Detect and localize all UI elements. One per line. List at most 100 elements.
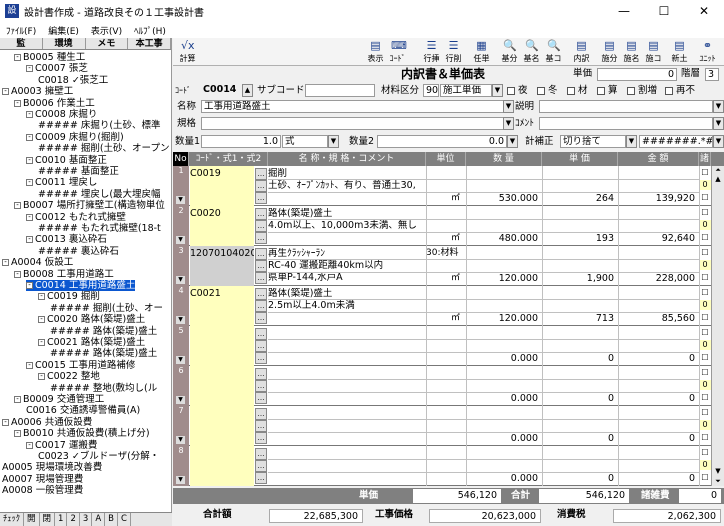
code-button[interactable]: … (255, 232, 267, 244)
row-flag-checkbox[interactable]: ☐ (701, 368, 708, 377)
row-flag-value[interactable]: 0 (702, 220, 707, 229)
code-button[interactable]: … (255, 220, 267, 232)
item-code[interactable]: C0021 (190, 288, 254, 299)
toolbar-button-4[interactable]: ☰ 行削 (443, 40, 464, 66)
code-button[interactable]: … (255, 312, 267, 324)
material-name-field[interactable]: 施工単価 (440, 84, 492, 97)
scroll-top-icon[interactable]: ⏶ (712, 166, 724, 175)
item-amount[interactable]: 228,000 (618, 273, 695, 284)
level-b-button[interactable]: B (105, 513, 118, 526)
close-button[interactable]: ✕ (684, 0, 724, 22)
level-1-button[interactable]: 1 (55, 513, 68, 526)
minimize-button[interactable]: — (604, 0, 644, 22)
collapse-button[interactable]: 閉 (40, 513, 56, 526)
menu-edit[interactable]: 編集(E) (42, 24, 85, 37)
tree-node[interactable]: - C0008 床掘り (26, 109, 97, 120)
item-amount[interactable]: 85,560 (618, 313, 695, 324)
tree-collapse-icon[interactable]: - (14, 99, 21, 107)
calc-dropdown-icon[interactable]: ▼ (626, 135, 637, 148)
tree-node[interactable]: - C0022 整地 (38, 371, 100, 382)
item-qty[interactable]: 0.000 (466, 473, 538, 484)
code-up-arrow-icon[interactable]: ▲ (242, 84, 253, 97)
tree-collapse-icon[interactable]: - (38, 373, 45, 381)
row-number[interactable]: 2 ▼ (173, 206, 189, 246)
item-text-line[interactable]: 掘削 (268, 168, 426, 179)
tree-collapse-icon[interactable]: - (26, 441, 33, 449)
toolbar-button-6[interactable]: 🔍 基分 (499, 40, 520, 66)
comment-field[interactable] (539, 117, 713, 130)
tree-node[interactable]: - C0020 路体(築堤)盛土 (38, 314, 145, 325)
tree-node[interactable]: - C0010 基面整正 (26, 155, 107, 166)
tree-collapse-icon[interactable]: - (26, 282, 33, 289)
tree-collapse-icon[interactable]: - (38, 293, 45, 301)
tree-node[interactable]: ##### もたれ式擁壁(18-t (38, 223, 161, 234)
toolbar-button-14[interactable]: ⚭ ﾕﾆｯﾄ (697, 40, 718, 66)
code-button[interactable]: … (255, 392, 267, 404)
row-flag-checkbox[interactable]: ☐ (701, 448, 708, 457)
tree-node[interactable]: ##### 基面整正 (38, 166, 119, 177)
tree-node[interactable]: - B0006 作業土工 (14, 98, 95, 109)
item-qty[interactable]: 120.000 (466, 273, 538, 284)
table-row[interactable]: 7 ▼……… 0.000 0 0 ☐ 0 ☐ (173, 406, 711, 446)
toolbar-button-1[interactable]: ▤ 表示 (365, 40, 386, 66)
table-row[interactable]: 5 ▼……… 0.000 0 0 ☐ 0 ☐ (173, 326, 711, 366)
toolbar-button-5[interactable]: ▦ 任単 (471, 40, 492, 66)
code-cell[interactable] (190, 366, 254, 406)
row-flag-checkbox[interactable]: ☐ (701, 393, 708, 402)
tree-node[interactable]: - C0007 張芝 (26, 63, 88, 74)
tree-collapse-icon[interactable]: - (26, 156, 33, 164)
row-number[interactable]: 4 ▼ (173, 286, 189, 326)
code-button[interactable]: … (255, 192, 267, 204)
format-dropdown-icon[interactable]: ▼ (713, 135, 724, 148)
row-flag-checkbox[interactable]: ☐ (701, 208, 708, 217)
tree-collapse-icon[interactable]: - (2, 418, 9, 426)
tree-collapse-icon[interactable]: - (14, 396, 21, 403)
code-cell[interactable] (190, 326, 254, 366)
tree-collapse-icon[interactable]: - (26, 179, 33, 187)
tree-collapse-icon[interactable]: - (26, 111, 33, 118)
tree-collapse-icon[interactable]: - (38, 316, 45, 324)
material-dropdown-icon[interactable]: ▼ (492, 84, 503, 97)
table-row[interactable]: 1 ▼ C0019……… 掘削 土砂、ｵｰﾌﾟﾝｶｯﾄ、有り、普通土30, ㎥ 530.00… (173, 166, 711, 206)
tree-collapse-icon[interactable]: - (14, 270, 21, 278)
tree-collapse-icon[interactable]: - (26, 133, 33, 141)
level-3-button[interactable]: 3 (80, 513, 93, 526)
scroll-down-icon[interactable]: ▼ (712, 467, 724, 476)
desc-field[interactable] (539, 100, 713, 113)
flag-checkbox[interactable] (507, 87, 515, 95)
row-number[interactable]: 7 ▼ (173, 406, 189, 446)
code-button[interactable]: … (255, 460, 267, 472)
table-row[interactable]: 8 ▼……… 0.000 0 0 ☐ 0 ☐ (173, 446, 711, 486)
tree-view[interactable]: - B0005 種生工 - C0007 張芝 C0018 ✓張芝工 - A0003 擁壁工 -… (0, 50, 171, 498)
row-dropdown-icon[interactable]: ▼ (176, 196, 185, 204)
tree-collapse-icon[interactable]: - (14, 202, 21, 210)
tree-node[interactable]: C0023 ✓ブルドーザ(分解・ (38, 451, 159, 462)
toolbar-button-9[interactable]: ▤ 内訳 (571, 40, 592, 66)
qty1-field[interactable]: 1.0 (201, 135, 281, 148)
code-button[interactable]: … (255, 420, 267, 432)
tab-supervise[interactable]: 監 (0, 38, 43, 49)
item-unit[interactable]: ㎥ (426, 273, 460, 284)
toolbar-button-2[interactable]: ⌨ ｺｰﾄﾞ (387, 40, 408, 66)
tree-node[interactable]: A0005 現場環境改善費 (2, 462, 102, 473)
toolbar-button-3[interactable]: ☰ 行挿 (421, 40, 442, 66)
item-code[interactable]: C0020 (190, 208, 254, 219)
item-text-line[interactable]: 土砂、ｵｰﾌﾟﾝｶｯﾄ、有り、普通土30, (268, 180, 426, 191)
code-cell[interactable] (190, 446, 254, 486)
row-number[interactable]: 6 ▼ (173, 366, 189, 406)
row-number[interactable]: 3 ▼ (173, 246, 189, 286)
level-a-button[interactable]: A (92, 513, 106, 526)
tree-node[interactable]: C0018 ✓張芝工 (38, 75, 108, 86)
tree-node[interactable]: ##### 路体(築堤)盛土 (50, 348, 157, 359)
row-flag-checkbox[interactable]: ☐ (701, 473, 708, 482)
item-price[interactable]: 193 (542, 233, 614, 244)
tree-node[interactable]: - A0003 擁壁工 (2, 86, 73, 97)
item-amount[interactable]: 0 (618, 473, 695, 484)
menu-file[interactable]: ﾌｧｲﾙ(F) (0, 24, 42, 37)
item-text-line[interactable]: 4.0m以上、10,000m3未満、無し (268, 220, 426, 231)
item-code[interactable]: 12070104020 (190, 248, 254, 259)
tree-node[interactable]: - B0005 種生工 (14, 52, 85, 63)
tree-node[interactable]: - C0014 工事用道路盛土 (26, 280, 136, 291)
row-dropdown-icon[interactable]: ▼ (176, 276, 185, 284)
qty1-unit-dropdown-icon[interactable]: ▼ (328, 135, 339, 148)
